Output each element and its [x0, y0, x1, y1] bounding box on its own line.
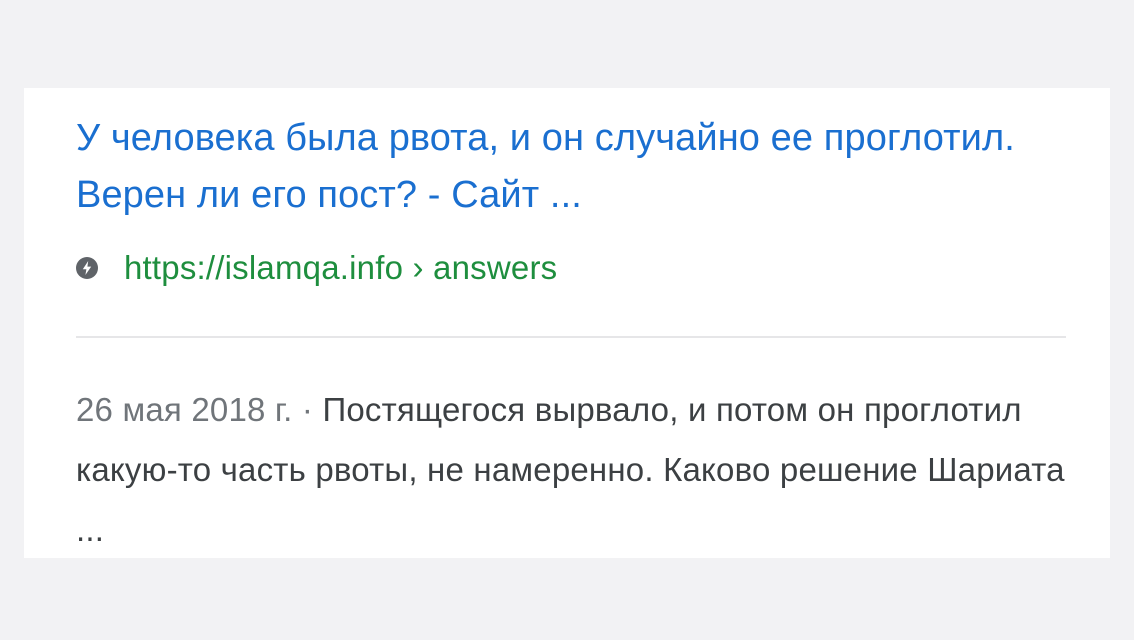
result-date: 26 мая 2018 г. · [76, 391, 323, 428]
result-url-row[interactable]: https://islamqa.info › answers [76, 248, 557, 288]
search-result-card: У человека была рвота, и он случайно ее … [24, 88, 1110, 558]
divider [76, 336, 1066, 338]
result-url[interactable]: https://islamqa.info › answers [124, 248, 557, 288]
search-results-page: У человека была рвота, и он случайно ее … [0, 0, 1134, 640]
amp-lightning-icon [76, 257, 98, 279]
bottom-background [0, 558, 1134, 640]
result-title-link[interactable]: У человека была рвота, и он случайно ее … [76, 110, 1076, 224]
result-snippet: 26 мая 2018 г. · Постящегося вырвало, и … [76, 380, 1076, 560]
